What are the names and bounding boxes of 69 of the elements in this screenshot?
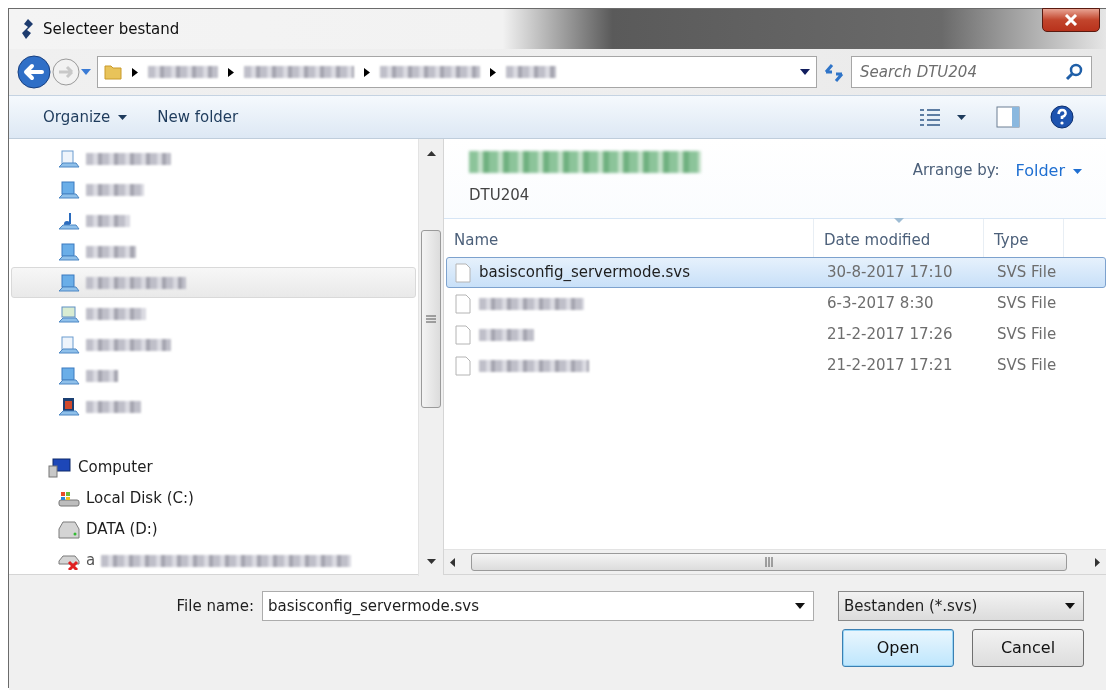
search-field[interactable]: Search DTU204	[851, 56, 1092, 88]
music-note-icon	[58, 211, 80, 230]
caret-icon	[118, 114, 128, 120]
chevron-icon	[364, 67, 370, 77]
navigation-item[interactable]: a	[11, 545, 416, 576]
arrange-by-label: Arrange by:	[912, 160, 1000, 181]
dialog-button[interactable]: Open	[842, 629, 954, 667]
picture-library-icon	[58, 304, 80, 323]
navigation-item[interactable]: DATA (D:)	[11, 514, 416, 545]
dropdown-caret-icon	[1065, 603, 1075, 609]
details-view-icon	[919, 108, 941, 126]
file-name: basisconfig_servermode.svs	[479, 262, 690, 284]
chevron-icon	[132, 67, 138, 77]
new-folder-button[interactable]: New folder	[145, 101, 251, 133]
app-logo-icon	[19, 18, 35, 40]
close-icon	[1064, 14, 1078, 26]
date-cell-text: 30-8-2017 17:10	[826, 262, 954, 284]
navigation-item[interactable]: Local Disk (C:)	[11, 483, 416, 514]
organize-menu-button[interactable]: Organize	[31, 101, 140, 133]
address-field[interactable]	[97, 56, 817, 88]
grip-icon	[426, 315, 436, 323]
vertical-scrollbar[interactable]	[418, 139, 443, 576]
preview-pane-icon	[996, 106, 1020, 129]
dropdown-caret-icon	[795, 603, 805, 609]
file-icon	[455, 293, 471, 314]
file-name-field[interactable]: basisconfig_servermode.svs	[262, 591, 814, 621]
file-row[interactable]: 6-3-2017 8:30 SVS File	[446, 288, 1106, 319]
file-row[interactable]: 21-2-2017 17:21 SVS File	[446, 350, 1106, 381]
windows-drive-icon	[58, 489, 80, 508]
drive-icon	[58, 520, 80, 539]
close-button[interactable]	[1042, 8, 1100, 32]
dialog-button[interactable]: Cancel	[972, 629, 1084, 667]
help-icon	[1050, 105, 1074, 129]
file-row[interactable]: 21-2-2017 17:26 SVS File	[446, 319, 1106, 350]
computer-icon	[48, 457, 72, 478]
caret-icon	[957, 114, 966, 120]
refresh-icon	[823, 62, 845, 83]
file-type-dropdown[interactable]: Bestanden (*.svs)	[838, 591, 1084, 621]
scroll-down-icon[interactable]	[426, 559, 436, 564]
scroll-right-icon[interactable]	[1095, 557, 1100, 567]
file-icon	[455, 355, 471, 376]
horizontal-scrollbar[interactable]	[444, 549, 1106, 574]
back-icon[interactable]	[17, 55, 51, 89]
chevron-icon	[490, 67, 496, 77]
file-row[interactable]: basisconfig_servermode.svs 30-8-2017 17:10 SVS File	[446, 257, 1106, 288]
scroll-up-icon[interactable]	[426, 151, 436, 156]
folder-icon	[104, 63, 122, 81]
type-cell-text: SVS File	[996, 262, 1058, 284]
arrange-by-dropdown[interactable]: Folder	[1015, 159, 1082, 183]
type-cell-text: SVS File	[996, 324, 1058, 346]
date-cell-text: 21-2-2017 17:21	[826, 355, 954, 377]
scroll-left-icon[interactable]	[450, 557, 455, 567]
date-cell-text: 6-3-2017 8:30	[826, 293, 935, 315]
dropdown-caret-icon[interactable]	[800, 69, 810, 76]
navigation-item[interactable]	[11, 267, 416, 298]
video-library-icon	[58, 397, 80, 416]
search-icon	[1065, 63, 1083, 81]
library-subtitle: DTU204	[469, 184, 531, 206]
window-title: Selecteer bestand	[43, 18, 180, 40]
chevron-icon	[228, 67, 234, 77]
file-icon	[455, 324, 471, 345]
caret-icon	[1073, 168, 1082, 174]
type-cell-text: SVS File	[996, 293, 1058, 315]
file-name-label: File name:	[176, 595, 254, 617]
file-icon	[455, 262, 471, 283]
grip-icon	[765, 557, 773, 567]
date-cell-text: 21-2-2017 17:26	[826, 324, 954, 346]
type-cell-text: SVS File	[996, 355, 1058, 377]
navigation-item[interactable]: Computer	[11, 452, 416, 483]
